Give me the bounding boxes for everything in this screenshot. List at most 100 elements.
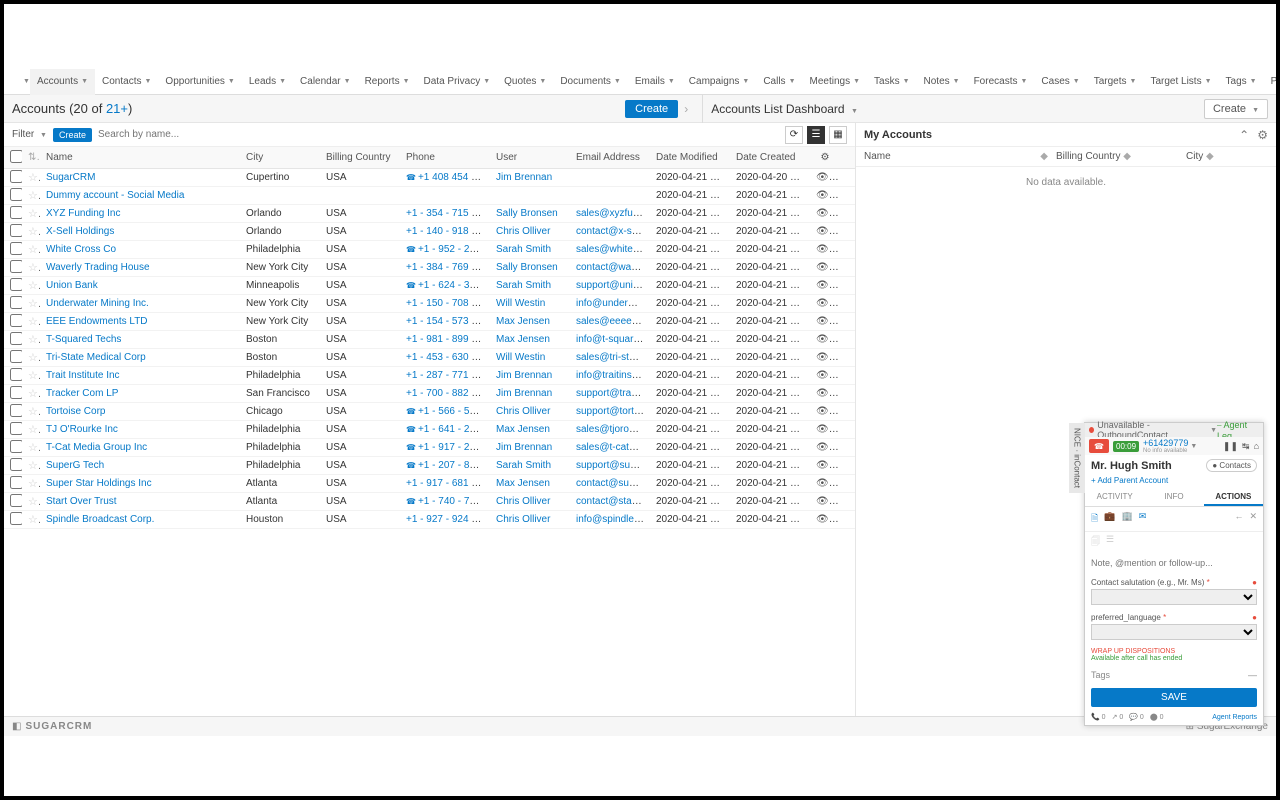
favorite-star-icon[interactable]: ☆ [28, 262, 40, 274]
contacts-pill[interactable]: ● Contacts [1206, 459, 1257, 472]
nav-item-calls[interactable]: Calls▼ [756, 69, 802, 95]
user-link[interactable]: Sally Bronsen [496, 208, 558, 219]
row-checkbox[interactable] [10, 440, 22, 453]
nav-item-campaigns[interactable]: Campaigns▼ [682, 69, 757, 95]
building-icon[interactable]: 🏢 [1121, 511, 1132, 527]
user-link[interactable]: Sarah Smith [496, 244, 551, 255]
list-icon[interactable]: ☰ [1106, 534, 1114, 550]
row-checkbox[interactable] [10, 260, 22, 273]
preview-icon[interactable]: 👁 [816, 460, 839, 471]
account-name-link[interactable]: Start Over Trust [46, 496, 117, 507]
phone-link[interactable]: ☎+1 - 641 - 216 - 3514 [406, 424, 490, 435]
account-name-link[interactable]: Dummy account - Social Media [46, 190, 184, 201]
user-link[interactable]: Max Jensen [496, 334, 550, 345]
favorite-star-icon[interactable]: ☆ [28, 424, 40, 436]
nav-item-opportunities[interactable]: Opportunities▼ [158, 69, 241, 95]
preview-icon[interactable]: 👁 [816, 424, 839, 435]
tags-minus-icon[interactable]: — [1248, 670, 1257, 680]
list-view-icon[interactable]: ☰ [807, 126, 825, 144]
name-search-input[interactable] [98, 129, 779, 140]
preview-icon[interactable]: 👁 [816, 280, 839, 291]
row-checkbox[interactable] [10, 404, 22, 417]
dash-col-country[interactable]: Billing Country ◆ [1056, 151, 1186, 162]
preview-icon[interactable]: 👁 [816, 478, 839, 489]
favorite-star-icon[interactable]: ☆ [28, 478, 40, 490]
dash-col-name[interactable]: Name ◆ [856, 151, 1056, 162]
user-link[interactable]: Sarah Smith [496, 460, 551, 471]
favorite-star-icon[interactable]: ☆ [28, 298, 40, 310]
phone-link[interactable]: ☎+1 - 566 - 546 - 2274 [406, 406, 490, 417]
nav-item-targets[interactable]: Targets▼ [1087, 69, 1144, 95]
count-link[interactable]: 21+ [106, 101, 128, 116]
favorite-star-icon[interactable]: ☆ [28, 352, 40, 364]
sort-icon[interactable]: ⇅ [22, 152, 40, 163]
nav-item-tasks[interactable]: Tasks▼ [867, 69, 917, 95]
email-link[interactable]: support@unionbank.com [576, 280, 650, 291]
dashlet-settings-icon[interactable]: ⚙ [1257, 128, 1268, 142]
close-icon[interactable]: ✕ [1249, 511, 1257, 527]
account-name-link[interactable]: Tortoise Corp [46, 406, 105, 417]
row-checkbox[interactable] [10, 350, 22, 363]
row-checkbox[interactable] [10, 170, 22, 183]
favorite-star-icon[interactable]: ☆ [28, 406, 40, 418]
account-name-link[interactable]: XYZ Funding Inc [46, 208, 120, 219]
row-checkbox[interactable] [10, 368, 22, 381]
account-name-link[interactable]: Trait Institute Inc [46, 370, 120, 381]
nav-item-forecasts[interactable]: Forecasts▼ [967, 69, 1035, 95]
col-modified[interactable]: Date Modified [650, 152, 730, 163]
preview-icon[interactable]: 👁 [816, 262, 839, 273]
add-parent-link[interactable]: + Add Parent Account [1085, 476, 1263, 489]
email-link[interactable]: contact@waverlytrading... [576, 262, 650, 273]
col-city[interactable]: City [240, 152, 320, 163]
phone-link[interactable]: ☎+1 - 952 - 221 - 3073 [406, 244, 490, 255]
tab-info[interactable]: INFO [1144, 489, 1203, 506]
logo-caret-icon[interactable]: ▼ [23, 78, 30, 85]
preview-icon[interactable]: 👁 [816, 190, 839, 201]
favorite-star-icon[interactable]: ☆ [28, 208, 40, 220]
phone-link[interactable]: ☎+1 - 624 - 316 - 8893 [406, 280, 490, 291]
nav-item-accounts[interactable]: Accounts▼ [30, 69, 95, 95]
favorite-star-icon[interactable]: ☆ [28, 334, 40, 346]
row-checkbox[interactable] [10, 458, 22, 471]
preview-icon[interactable]: 👁 [816, 226, 839, 237]
row-checkbox[interactable] [10, 242, 22, 255]
user-link[interactable]: Jim Brennan [496, 172, 552, 183]
row-checkbox[interactable] [10, 494, 22, 507]
email-link[interactable]: info@traitinstituteinc.c... [576, 370, 650, 381]
nav-item-leads[interactable]: Leads▼ [242, 69, 293, 95]
chat-icon[interactable]: 💬 0 [1129, 713, 1144, 721]
user-link[interactable]: Chris Olliver [496, 514, 550, 525]
col-phone[interactable]: Phone [400, 152, 490, 163]
nav-item-emails[interactable]: Emails▼ [628, 69, 682, 95]
grid-view-icon[interactable]: ▦ [829, 126, 847, 144]
note-input[interactable] [1091, 558, 1257, 568]
preview-icon[interactable]: 👁 [816, 406, 839, 417]
email-link[interactable]: support@tortoisecorp... [576, 406, 650, 417]
preview-icon[interactable]: 👁 [816, 370, 839, 381]
row-checkbox[interactable] [10, 206, 22, 219]
email-link[interactable]: info@spindlebroadcast... [576, 514, 650, 525]
note-icon[interactable]: 🗎 [1091, 511, 1098, 527]
favorite-star-icon[interactable]: ☆ [28, 442, 40, 454]
user-link[interactable]: Max Jensen [496, 316, 550, 327]
phone-link[interactable]: +1 - 354 - 715 - 6345 [406, 208, 490, 219]
favorite-star-icon[interactable]: ☆ [28, 370, 40, 382]
account-name-link[interactable]: T-Squared Techs [46, 334, 121, 345]
call-in-icon[interactable]: 📞 0 [1091, 713, 1106, 721]
user-link[interactable]: Will Westin [496, 298, 545, 309]
case-icon[interactable]: 💼 [1104, 511, 1115, 527]
nav-item-target-lists[interactable]: Target Lists▼ [1143, 69, 1218, 95]
phone-link[interactable]: +1 - 927 - 924 - 8614 [406, 514, 490, 525]
nav-item-reports[interactable]: Reports▼ [358, 69, 417, 95]
email-link[interactable]: sales@eeeendowmentslt... [576, 316, 650, 327]
language-select[interactable] [1091, 624, 1257, 640]
col-user[interactable]: User [490, 152, 570, 163]
mail-icon[interactable]: ✉ [1139, 511, 1147, 527]
transfer-icon[interactable]: ↹ [1242, 441, 1250, 452]
phone-link[interactable]: +1 - 700 - 882 - 1740 [406, 388, 490, 399]
user-link[interactable]: Will Westin [496, 352, 545, 363]
preview-icon[interactable]: 👁 [816, 298, 839, 309]
tab-actions[interactable]: ACTIONS [1204, 489, 1263, 506]
nav-item-cases[interactable]: Cases▼ [1034, 69, 1086, 95]
email-link[interactable]: info@underwatermin... [576, 298, 650, 309]
